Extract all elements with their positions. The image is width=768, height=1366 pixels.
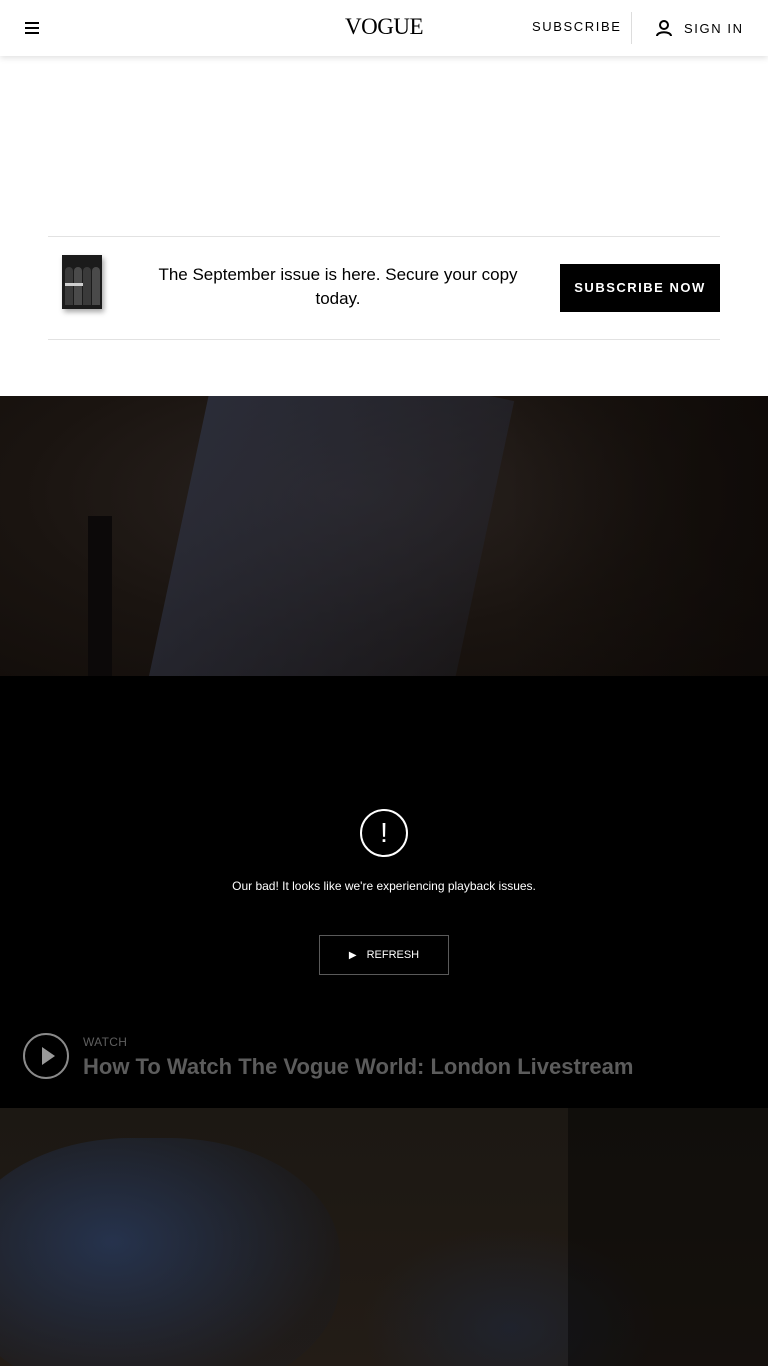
playback-error-message: Our bad! It looks like we're experiencin… [232,879,536,893]
vogue-logo[interactable]: VOGUE [0,14,768,40]
header-divider [631,12,632,44]
watch-label: WATCH [83,1035,128,1049]
video-title[interactable]: How To Watch The Vogue World: London Liv… [83,1054,633,1080]
header-subscribe-link[interactable]: SUBSCRIBE [532,19,622,34]
subscription-promo: The September issue is here. Secure your… [48,236,720,340]
video-player: ! Our bad! It looks like we're experienc… [0,676,768,1108]
promo-text: The September issue is here. Secure your… [158,265,518,308]
site-header: VOGUE SUBSCRIBE SIGN IN [0,0,768,56]
alert-icon: ! [360,809,408,857]
magazine-cover-image [62,255,102,309]
user-icon [656,20,672,37]
video-background-image [0,396,768,676]
play-circle-icon[interactable] [23,1033,69,1079]
sign-in-label: SIGN IN [684,20,744,36]
video-background-image-lower [0,1108,768,1366]
play-icon: ▶ [348,949,357,961]
refresh-label: REFRESH [366,949,420,961]
sign-in-button[interactable]: SIGN IN [655,18,744,38]
subscribe-now-button[interactable]: SUBSCRIBE NOW [560,264,720,312]
refresh-button[interactable]: ▶ REFRESH [319,935,449,975]
